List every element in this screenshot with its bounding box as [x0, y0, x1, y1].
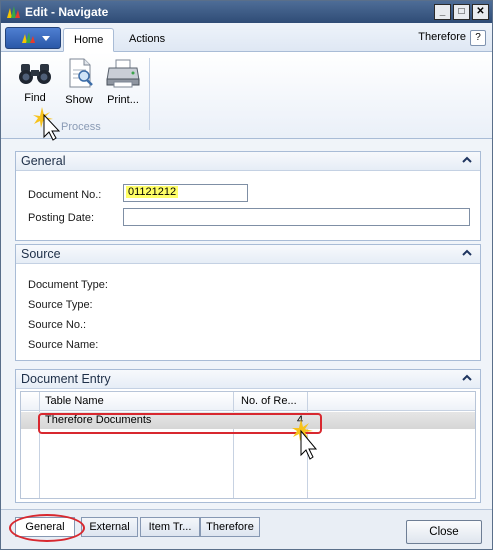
- general-section-title: General: [21, 154, 66, 168]
- document-no-value: 01121212: [126, 186, 179, 198]
- column-header-no-of-records[interactable]: No. of Re...: [241, 395, 297, 407]
- posting-date-label: Posting Date:: [28, 212, 95, 224]
- app-menu-icon: [22, 32, 50, 43]
- grid-column-divider: [39, 392, 40, 498]
- show-button[interactable]: Show: [59, 58, 99, 114]
- app-icon: [7, 6, 20, 18]
- source-section-header[interactable]: Source: [16, 245, 480, 264]
- source-no-label: Source No.:: [28, 319, 87, 331]
- document-search-icon: [69, 58, 93, 88]
- close-window-button[interactable]: ✕: [472, 4, 489, 20]
- source-type-label: Source Type:: [28, 299, 93, 311]
- ribbon-home-panel: Find Show Print... Process: [1, 52, 492, 139]
- close-button[interactable]: Close: [406, 520, 482, 544]
- collapse-chevron-icon[interactable]: [462, 373, 472, 383]
- find-button-label: Find: [24, 92, 46, 104]
- navigate-window: Edit - Navigate _ □ ✕ Home Actions There…: [0, 0, 493, 550]
- maximize-button[interactable]: □: [453, 4, 470, 20]
- bottom-tab-external[interactable]: External: [81, 517, 138, 537]
- minimize-button[interactable]: _: [434, 4, 451, 20]
- document-no-label: Document No.:: [28, 189, 102, 201]
- annotation-highlight-oval: [9, 514, 85, 542]
- annotation-highlight-rect: [38, 413, 322, 434]
- document-entry-section-title: Document Entry: [21, 372, 111, 386]
- bottom-tab-therefore[interactable]: Therefore: [200, 517, 260, 537]
- source-name-label: Source Name:: [28, 339, 99, 351]
- collapse-chevron-icon[interactable]: [462, 248, 472, 258]
- help-button[interactable]: ?: [470, 30, 486, 46]
- ribbon-tab-bar: Home Actions Therefore ?: [1, 23, 492, 52]
- grid-header: Table Name No. of Re...: [21, 392, 475, 411]
- mouse-cursor-icon: [292, 419, 318, 460]
- document-type-label: Document Type:: [28, 279, 108, 291]
- grid-column-divider: [233, 392, 234, 498]
- source-section: Source Document Type: Source Type: Sourc…: [15, 244, 481, 361]
- document-entry-section: Document Entry Table Name No. of Re... T…: [15, 369, 481, 503]
- therefore-link[interactable]: Therefore: [418, 31, 466, 43]
- bottom-tab-item-tracking[interactable]: Item Tr...: [140, 517, 200, 537]
- tab-home[interactable]: Home: [63, 28, 115, 52]
- mouse-cursor-icon: [33, 107, 61, 141]
- print-button[interactable]: Print...: [103, 58, 143, 114]
- ribbon-group-separator: [149, 58, 150, 130]
- posting-date-input[interactable]: [123, 208, 470, 226]
- application-menu-button[interactable]: [5, 27, 61, 49]
- window-title: Edit - Navigate: [25, 5, 109, 19]
- print-button-label: Print...: [107, 94, 139, 106]
- document-entry-grid[interactable]: Table Name No. of Re... Therefore Docume…: [20, 391, 476, 499]
- tab-actions[interactable]: Actions: [119, 28, 175, 50]
- document-no-input[interactable]: 01121212: [123, 184, 248, 202]
- bottom-tab-bar: General External Item Tr... Therefore Cl…: [1, 509, 492, 549]
- binoculars-icon: [19, 64, 51, 84]
- find-button[interactable]: Find: [15, 58, 55, 114]
- show-button-label: Show: [65, 94, 93, 106]
- column-header-table-name[interactable]: Table Name: [45, 395, 104, 407]
- document-entry-section-header[interactable]: Document Entry: [16, 370, 480, 389]
- source-section-title: Source: [21, 247, 61, 261]
- general-section: General Document No.: 01121212 Posting D…: [15, 151, 481, 241]
- title-bar: Edit - Navigate _ □ ✕: [1, 1, 492, 23]
- collapse-chevron-icon[interactable]: [462, 155, 472, 165]
- printer-icon: [106, 59, 140, 88]
- general-section-header[interactable]: General: [16, 152, 480, 171]
